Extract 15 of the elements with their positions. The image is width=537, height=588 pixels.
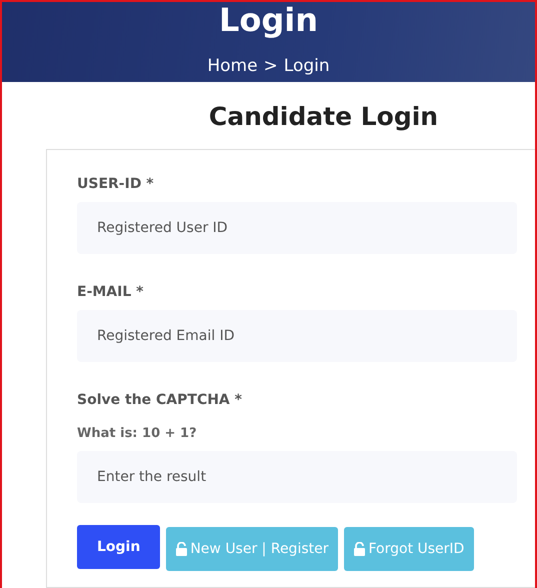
login-button[interactable]: Login <box>77 525 160 569</box>
field-label: USER-ID * <box>77 176 155 192</box>
unlocked-padlock-icon <box>354 542 366 556</box>
input-field[interactable]: Registered User ID <box>77 202 517 254</box>
breadcrumb-link[interactable]: Login <box>284 56 330 76</box>
breadcrumb-link[interactable]: Home <box>207 56 258 76</box>
field-label: E-MAIL * <box>77 284 144 300</box>
input-field[interactable]: Enter the result <box>77 451 517 503</box>
form-heading: Candidate Login <box>208 102 440 131</box>
breadcrumb-separator: > <box>264 56 278 76</box>
captcha-question: What is: 10 + 1? <box>77 426 198 441</box>
field-label: Solve the CAPTCHA * <box>77 392 243 408</box>
unlocked-padlock-icon <box>176 542 188 556</box>
page-title: Login <box>218 2 318 38</box>
input-field[interactable]: Registered Email ID <box>77 310 517 362</box>
